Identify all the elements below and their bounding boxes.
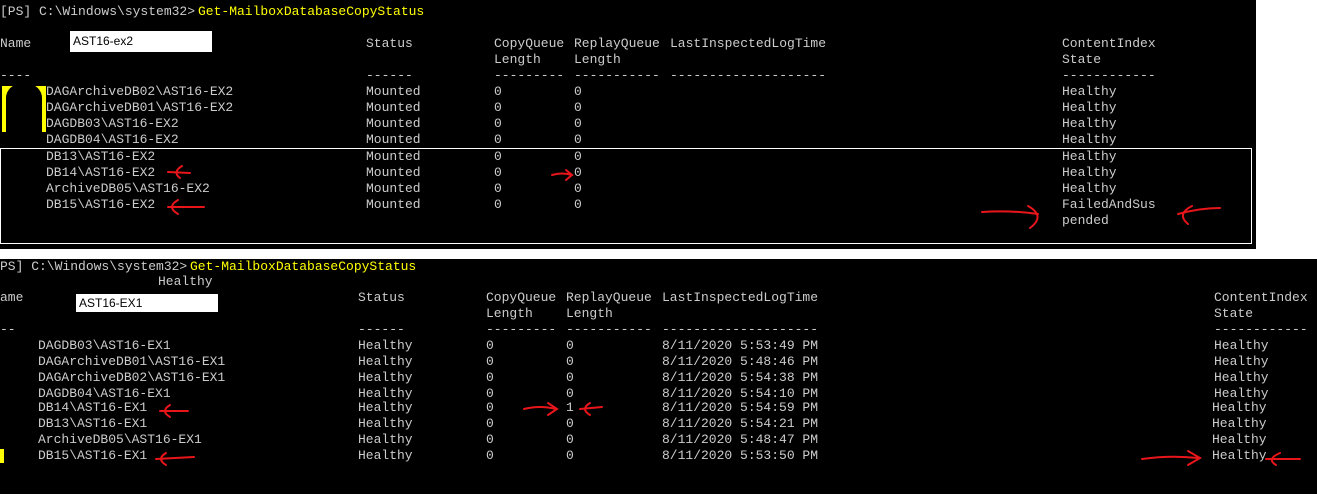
annotation-arrow-db15 [155,452,195,466]
annotation-arrow-db14 [159,404,189,418]
annotation-arrow-replayqueue-right [579,402,603,416]
annotation-arrow-replayqueue [551,169,574,181]
annotation-arrow-db14 [167,165,191,179]
annotation-arrow-db15 [167,199,205,215]
terminal-window-ex2[interactable]: [PS] C:\Windows\system32> Get-MailboxDat… [0,0,1256,249]
annotation-layer [155,402,1301,466]
annotation-arrow-replayqueue-left [523,402,559,416]
annotation-arrow-failed-left [981,205,1039,229]
annotation-arrow-failed-right [1177,205,1221,225]
annotation-arrow-healthy-right [1265,452,1301,466]
terminal-window-ex1[interactable]: PS] C:\Windows\system32> Get-MailboxData… [0,259,1317,494]
annotation-layer [167,165,1221,229]
annotation-arrow-healthy-left [1141,450,1202,466]
